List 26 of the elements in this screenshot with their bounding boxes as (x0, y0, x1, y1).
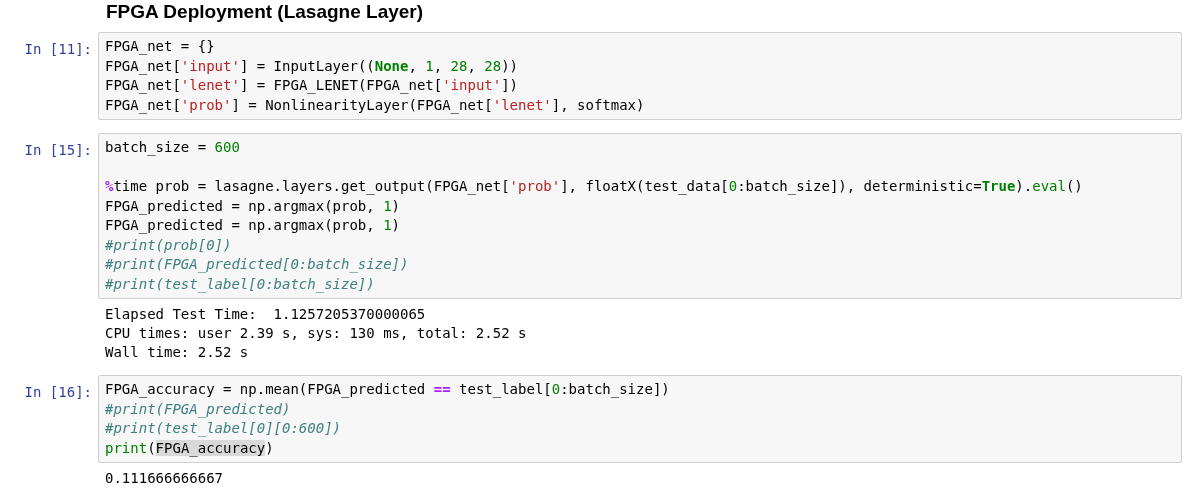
cell-prompt: In [15]: (24, 142, 92, 158)
section-heading: FPGA Deployment (Lasagne Layer) (106, 0, 425, 24)
code-line: #print(test_label[0:batch_size]) (105, 274, 375, 294)
code-line: FPGA_predicted = np.argmax(prob, 1) (105, 216, 401, 236)
code-line: #print(test_label[0][0:600]) (105, 419, 341, 439)
code-line: FPGA_net = {} (105, 37, 215, 57)
cell-prompt: In [16]: (24, 384, 92, 400)
code-line: FPGA_predicted = np.argmax(prob, 1) (105, 196, 401, 216)
code-input-cell[interactable] (98, 133, 1182, 299)
code-line: #print(prob[0]) (105, 235, 232, 255)
code-line: FPGA_net['lenet'] = FPGA_LENET(FPGA_net['input']) (105, 76, 519, 96)
code-line: FPGA_net['input'] = InputLayer((None, 1, 28, 28)) (105, 56, 519, 76)
cell-prompt: In [11]: (24, 41, 92, 57)
code-input-cell[interactable]: FPGA_net = {} FPGA_net['input'] = InputLayer((None, 1, 28, 28)) FPGA_net['lenet'] = FPGA_LENET(FPGA_net['input']) FPGA_net['prob'] = NonlinearityLayer(FPGA_net['lenet'], softmax) (98, 32, 1182, 120)
output-line: Wall time: 2.52 s (105, 343, 249, 362)
code-line: #print(FPGA_predicted[0:batch_size]) (105, 255, 409, 275)
code-line: FPGA_net['prob'] = NonlinearityLayer(FPGA_net['lenet'], softmax) (105, 95, 645, 115)
code-line: #print(FPGA_predicted) (105, 399, 291, 419)
output-line: CPU times: user 2.39 s, sys: 130 ms, total: 2.52 s (105, 324, 527, 343)
output-line: Elapsed Test Time: 1.1257205370000065 (105, 305, 426, 324)
output-line: 0.111666666667 (105, 469, 223, 488)
code-line: batch_size = 600 (105, 138, 240, 158)
code-line: FPGA_accuracy = np.mean(FPGA_predicted == test_label[0:batch_size]) (105, 380, 670, 400)
code-input-cell[interactable]: FPGA_accuracy = np.mean(FPGA_predicted == test_label[0:batch_size]) #print(FPGA_predicted) #print(test_label[0][0:600]) print(FPGA_accuracy) (98, 375, 1182, 463)
code-line: print(FPGA_accuracy) (105, 438, 274, 458)
code-line: %time prob = lasagne.layers.get_output(FPGA_net['prob'], floatX(test_data[0:batch_size]), deterministic=True).eval() (105, 177, 1083, 197)
